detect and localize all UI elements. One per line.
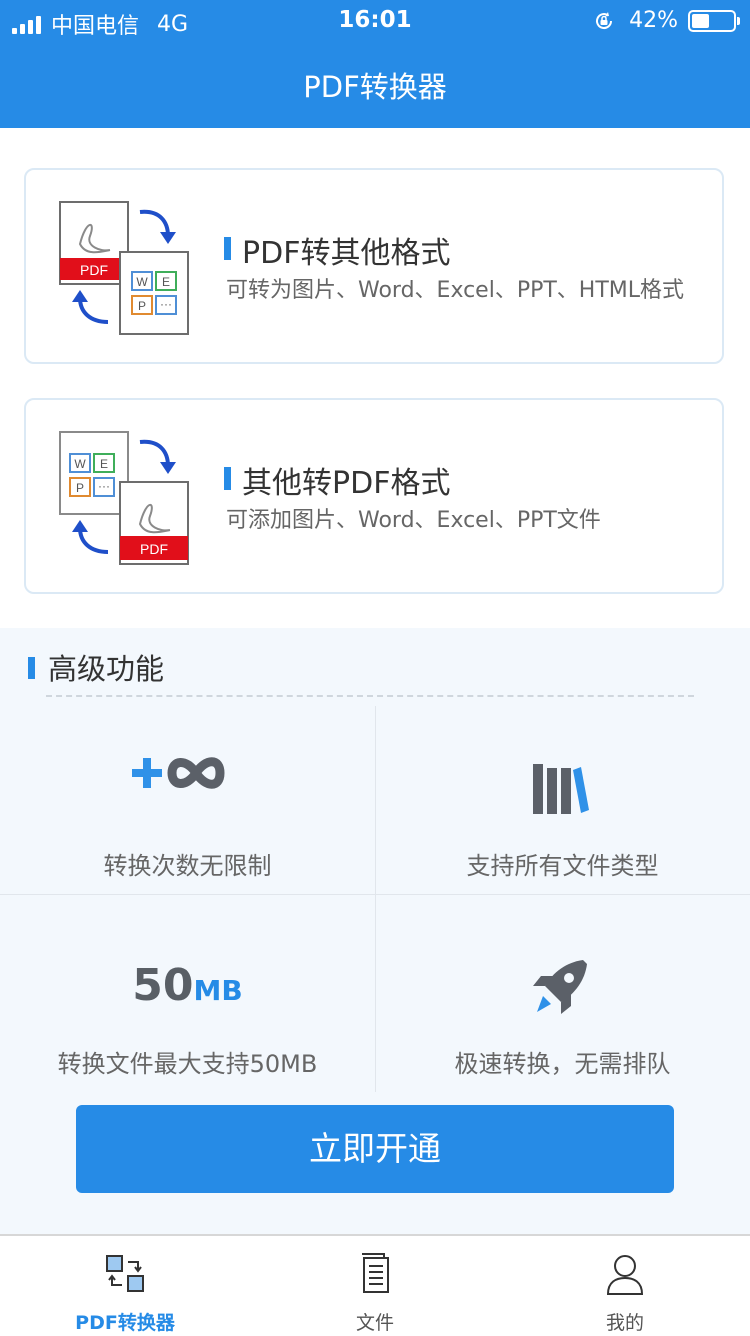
tab-label: PDF转换器 <box>75 1312 175 1334</box>
feature-label: 极速转换，无需排队 <box>454 1050 671 1078</box>
card-title: 其他转PDF格式 <box>224 458 450 502</box>
tab-files[interactable]: 文件 <box>250 1236 500 1336</box>
tab-label: 文件 <box>355 1312 394 1334</box>
svg-text:···: ··· <box>160 297 172 311</box>
page-title: PDF转换器 <box>303 70 447 104</box>
library-icon <box>533 764 589 814</box>
tab-bar: PDF转换器 文件 我的 <box>0 1234 750 1334</box>
svg-text:W: W <box>136 275 148 289</box>
size-icon: 50MB <box>132 960 243 1011</box>
divider <box>46 695 694 697</box>
battery-percent: 42% <box>629 8 678 33</box>
other-to-pdf-card[interactable]: W E P ··· PDF 其他转PDF格式 可添加图片、Word、Excel、… <box>24 398 724 594</box>
svg-text:W: W <box>74 457 86 471</box>
document-icon <box>362 1253 389 1293</box>
card-description: 可添加图片、Word、Excel、PPT文件 <box>226 508 601 533</box>
pdf-badge-text: PDF <box>140 541 168 557</box>
divider <box>0 894 750 895</box>
pdf-badge-text: PDF <box>80 262 108 278</box>
tab-label: 我的 <box>605 1312 644 1334</box>
tab-pdf-converter[interactable]: PDF转换器 <box>0 1236 250 1336</box>
unlimited-icon <box>132 757 225 789</box>
app-header: 中国电信 4G 16:01 42% PDF转换器 <box>0 0 750 128</box>
convert-icon <box>106 1255 144 1292</box>
user-icon <box>606 1255 644 1295</box>
tab-profile[interactable]: 我的 <box>500 1236 750 1336</box>
status-bar: 中国电信 4G 16:01 42% <box>0 0 750 42</box>
feature-label: 转换文件最大支持50MB <box>57 1050 318 1078</box>
office-to-pdf-icon: W E P ··· PDF <box>59 431 189 565</box>
svg-text:P: P <box>76 481 84 495</box>
svg-text:E: E <box>100 457 108 471</box>
svg-text:P: P <box>138 299 146 313</box>
pdf-to-office-icon: PDF W E P ··· <box>59 201 189 335</box>
divider <box>375 706 376 1092</box>
pdf-to-other-card[interactable]: PDF W E P ··· PDF转其他格式 可转为图片、Word、Excel、… <box>24 168 724 364</box>
card-description: 可转为图片、Word、Excel、PPT、HTML格式 <box>226 278 685 303</box>
svg-text:E: E <box>162 275 170 289</box>
battery-icon <box>688 9 740 32</box>
svg-text:···: ··· <box>98 479 110 493</box>
rocket-icon <box>533 960 587 1014</box>
rotation-lock-icon <box>596 11 613 29</box>
section-title: 高级功能 <box>28 646 164 688</box>
activate-button[interactable]: 立即开通 <box>76 1105 674 1193</box>
card-title: PDF转其他格式 <box>224 228 450 272</box>
feature-label: 转换次数无限制 <box>103 852 272 880</box>
feature-label: 支持所有文件类型 <box>466 852 659 880</box>
